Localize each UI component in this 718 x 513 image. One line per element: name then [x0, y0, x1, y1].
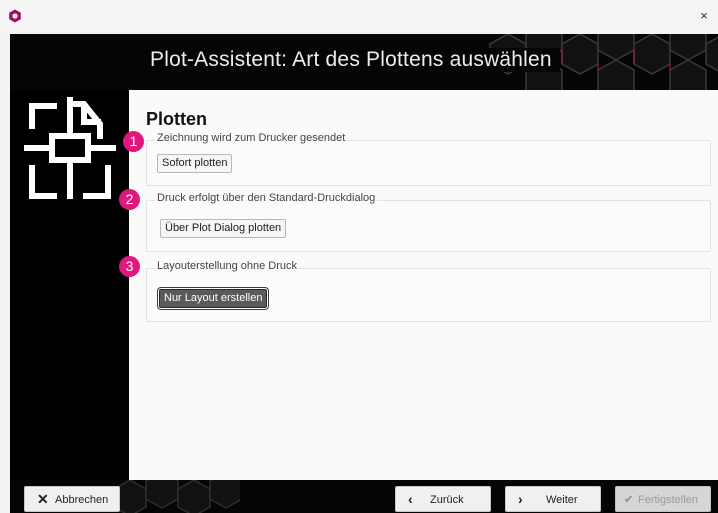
checkmark-icon: ✔	[624, 494, 634, 506]
window-close-button[interactable]: ×	[694, 5, 714, 27]
next-button-label: Weiter	[546, 494, 578, 506]
back-button-label: Zurück	[430, 494, 464, 506]
back-button[interactable]: ‹ Zurück	[395, 486, 491, 512]
option-group-immediate-plot: Zeichnung wird zum Drucker gesendet Sofo…	[146, 132, 711, 186]
plot-via-dialog-button[interactable]: Über Plot Dialog plotten	[160, 219, 287, 238]
option-group-label: Zeichnung wird zum Drucker gesendet	[155, 132, 348, 144]
hexagon-pattern-decoration	[113, 480, 240, 513]
option-group-label: Layouterstellung ohne Druck	[155, 260, 300, 272]
layout-only-button[interactable]: Nur Layout erstellen	[159, 289, 268, 308]
step-badge-1: 1	[123, 131, 144, 152]
step-badge-3: 3	[119, 256, 140, 277]
plot-document-frame-icon	[24, 97, 116, 199]
finish-button-label: Fertigstellen	[638, 494, 698, 506]
next-button[interactable]: › Weiter	[505, 486, 601, 512]
plot-now-button[interactable]: Sofort plotten	[157, 154, 233, 173]
step-badge-2: 2	[119, 189, 140, 210]
wizard-content: Plotten Zeichnung wird zum Drucker gesen…	[119, 90, 718, 480]
chevron-right-icon: ›	[518, 491, 523, 507]
app-logo-icon	[9, 9, 21, 23]
close-icon: ✕	[37, 491, 49, 507]
option-group-label: Druck erfolgt über den Standard-Druckdia…	[155, 192, 378, 204]
wizard-title: Plot-Assistent: Art des Plottens auswähl…	[150, 48, 560, 72]
option-group-print-dialog: Druck erfolgt über den Standard-Druckdia…	[146, 192, 711, 252]
chevron-left-icon: ‹	[408, 491, 413, 507]
wizard-sidebar	[10, 90, 129, 480]
cancel-button[interactable]: ✕ Abbrechen	[24, 486, 120, 512]
wizard-header: Plot-Assistent: Art des Plottens auswähl…	[10, 34, 718, 90]
wizard-footer: ✕ Abbrechen ‹ Zurück › Weiter ✔ Fertigst…	[10, 480, 718, 513]
window-titlebar: ×	[0, 0, 718, 34]
finish-button[interactable]: ✔ Fertigstellen	[615, 486, 711, 512]
cancel-button-label: Abbrechen	[55, 494, 109, 506]
section-title: Plotten	[146, 109, 207, 129]
option-group-layout-only: Layouterstellung ohne Druck Nur Layout e…	[146, 260, 711, 322]
